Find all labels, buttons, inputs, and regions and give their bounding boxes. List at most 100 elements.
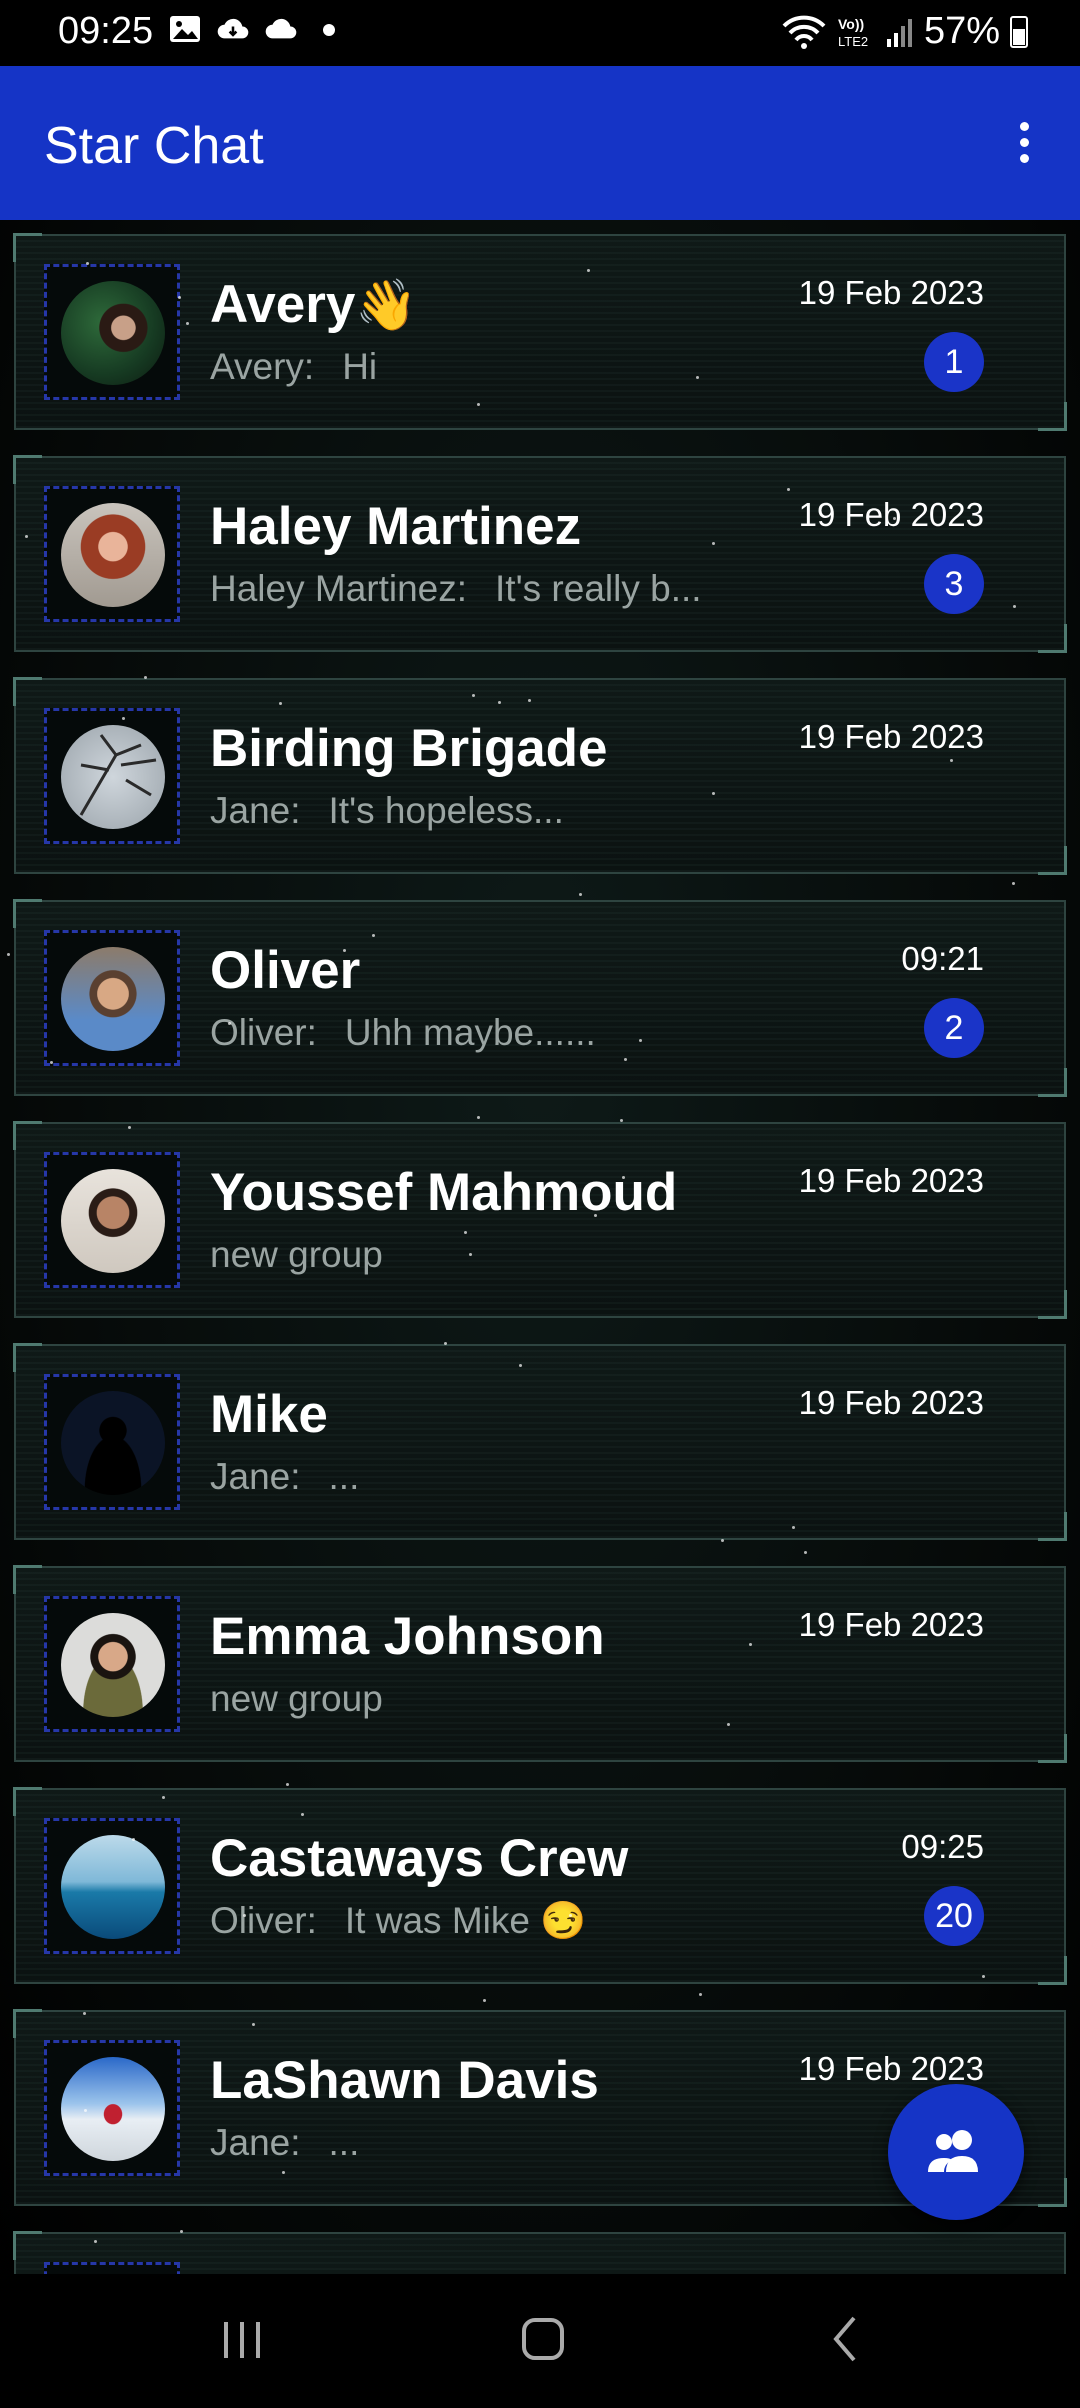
emma-avatar [61,1613,165,1717]
chat-time: 19 Feb 2023 [798,496,984,533]
chat-time: 19 Feb 2023 [798,2050,984,2087]
preview-message: ... [328,1456,360,1497]
wave-emoji: 👋 [355,277,418,333]
preview-message: new group [210,1234,383,1275]
chat-preview: new group [210,1678,383,1720]
chat-preview: Haley Martinez: It's really b... [210,568,702,610]
chat-name: Mike [210,1385,328,1444]
chat-name: LaShawn Davis [210,2051,599,2110]
chat-name: Avery👋 [210,275,418,334]
app-bar: Star Chat [0,66,1080,220]
svg-text:Vo)): Vo)) [838,16,864,32]
avatar-frame [44,1374,180,1510]
chat-name: Emma Johnson [210,1607,605,1666]
chat-preview: Jane:... [210,2122,359,2164]
avatar-frame [44,264,180,400]
avatar-frame [44,486,180,622]
star-dot [699,1993,702,1996]
volte-icon: Vo)) LTE2 [838,16,868,49]
chat-preview: Oliver: Uhh maybe...... [210,1012,596,1054]
chat-time: 09:25 [901,1828,984,1865]
battery-icon [1010,15,1028,48]
chat-name: Youssef Mahmoud [210,1163,678,1222]
chat-list[interactable]: Avery👋 Avery: Hi 19 Feb 2023 1 Haley Mart… [0,220,1080,2274]
chat-name: Oliver [210,941,361,1000]
castaways-avatar [61,1835,165,1939]
youssef-avatar [61,1169,165,1273]
chat-item-avery[interactable]: Avery👋 Avery: Hi 19 Feb 2023 1 [13,233,1067,431]
battery-percentage: 57% [923,10,1000,52]
wifi-icon [782,15,826,49]
haley-avatar [61,503,165,607]
recent-apps-button[interactable] [202,2304,282,2374]
unread-badge: 20 [924,1886,984,1946]
preview-sender: Jane: [210,2122,301,2163]
default-person-avatar [61,1391,165,1495]
chat-time: 19 Feb 2023 [798,1384,984,1421]
preview-sender: Haley Martinez: [210,568,468,609]
star-dot [483,1999,486,2002]
recent-apps-icon [224,2322,260,2358]
chat-item-birding-brigade[interactable]: Birding Brigade Jane: It's hopeless... 19… [13,677,1067,875]
chat-item-youssef-mahmoud[interactable]: Youssef Mahmoud new group 19 Feb 2023 [13,1121,1067,1319]
chat-item-haley-martinez[interactable]: Haley Martinez Haley Martinez: It's reall… [13,455,1067,653]
unread-badge: 3 [924,554,984,614]
chat-preview: new group [210,1234,383,1276]
preview-message: It was Mike 😏 [344,1900,587,1941]
system-icons: Vo)) LTE2 57% [782,10,1028,53]
chat-time: 19 Feb 2023 [798,1162,984,1199]
preview-message: ... [328,2122,360,2163]
star-dot [1012,882,1015,885]
chat-item-castaways-crew[interactable]: Castaways Crew Oliver: It was Mike 😏 09:2… [13,1787,1067,1985]
preview-sender: Avery: [210,346,315,387]
cloud-sync-icon [217,18,249,39]
app-title: Star Chat [44,117,264,175]
lashawn-avatar [61,2057,165,2161]
unread-badge: 1 [924,332,984,392]
star-dot [477,1116,480,1119]
preview-sender: Jane: [210,790,301,831]
avatar-frame [44,1152,180,1288]
preview-sender: Oliver: [210,1012,317,1053]
chat-preview: Jane:... [210,1456,359,1498]
chat-preview: Oliver: It was Mike 😏 [210,1900,586,1943]
chat-time: 19 Feb 2023 [798,1606,984,1643]
chat-time: 09:21 [901,940,984,977]
chat-preview: Jane: It's hopeless... [210,790,564,832]
chat-preview: Avery: Hi [210,346,377,388]
home-button[interactable] [504,2304,584,2374]
chat-name: Birding Brigade [210,719,608,778]
notification-icons [168,14,346,44]
avatar-frame [44,2040,180,2176]
chat-name: Haley Martinez [210,497,582,556]
chat-time: 19 Feb 2023 [798,718,984,755]
avatar-frame [44,2262,180,2274]
preview-message: new group [210,1678,383,1719]
star-dot [7,953,10,956]
chat-item-emma-johnson[interactable]: Emma Johnson new group 19 Feb 2023 [13,1565,1067,1763]
avatar-frame [44,708,180,844]
chat-item-partial[interactable] [13,2231,1066,2274]
preview-message: Uhh maybe...... [344,1012,596,1053]
more-options-button[interactable] [994,112,1054,172]
birding-avatar [61,725,165,829]
group-icon [928,2130,978,2172]
chat-time: 19 Feb 2023 [798,274,984,311]
status-bar: 09:25 Vo)) LTE2 57% [0,0,1080,66]
avatar-frame [44,1596,180,1732]
star-dot [579,893,582,896]
preview-message: It's hopeless... [328,790,564,831]
oliver-avatar [61,947,165,1051]
image-icon [170,16,200,42]
signal-icon [886,18,912,47]
star-dot [804,1551,807,1554]
svg-text:LTE2: LTE2 [838,34,868,49]
dot-icon [323,24,335,36]
new-group-button[interactable] [888,2084,1024,2220]
back-button[interactable] [806,2304,886,2374]
chat-name: Castaways Crew [210,1829,629,1888]
preview-sender: Oliver: [210,1900,317,1941]
cloud-icon [265,18,297,39]
chat-item-mike[interactable]: Mike Jane:... 19 Feb 2023 [13,1343,1067,1541]
chat-item-oliver[interactable]: Oliver Oliver: Uhh maybe...... 09:21 2 [13,899,1067,1097]
